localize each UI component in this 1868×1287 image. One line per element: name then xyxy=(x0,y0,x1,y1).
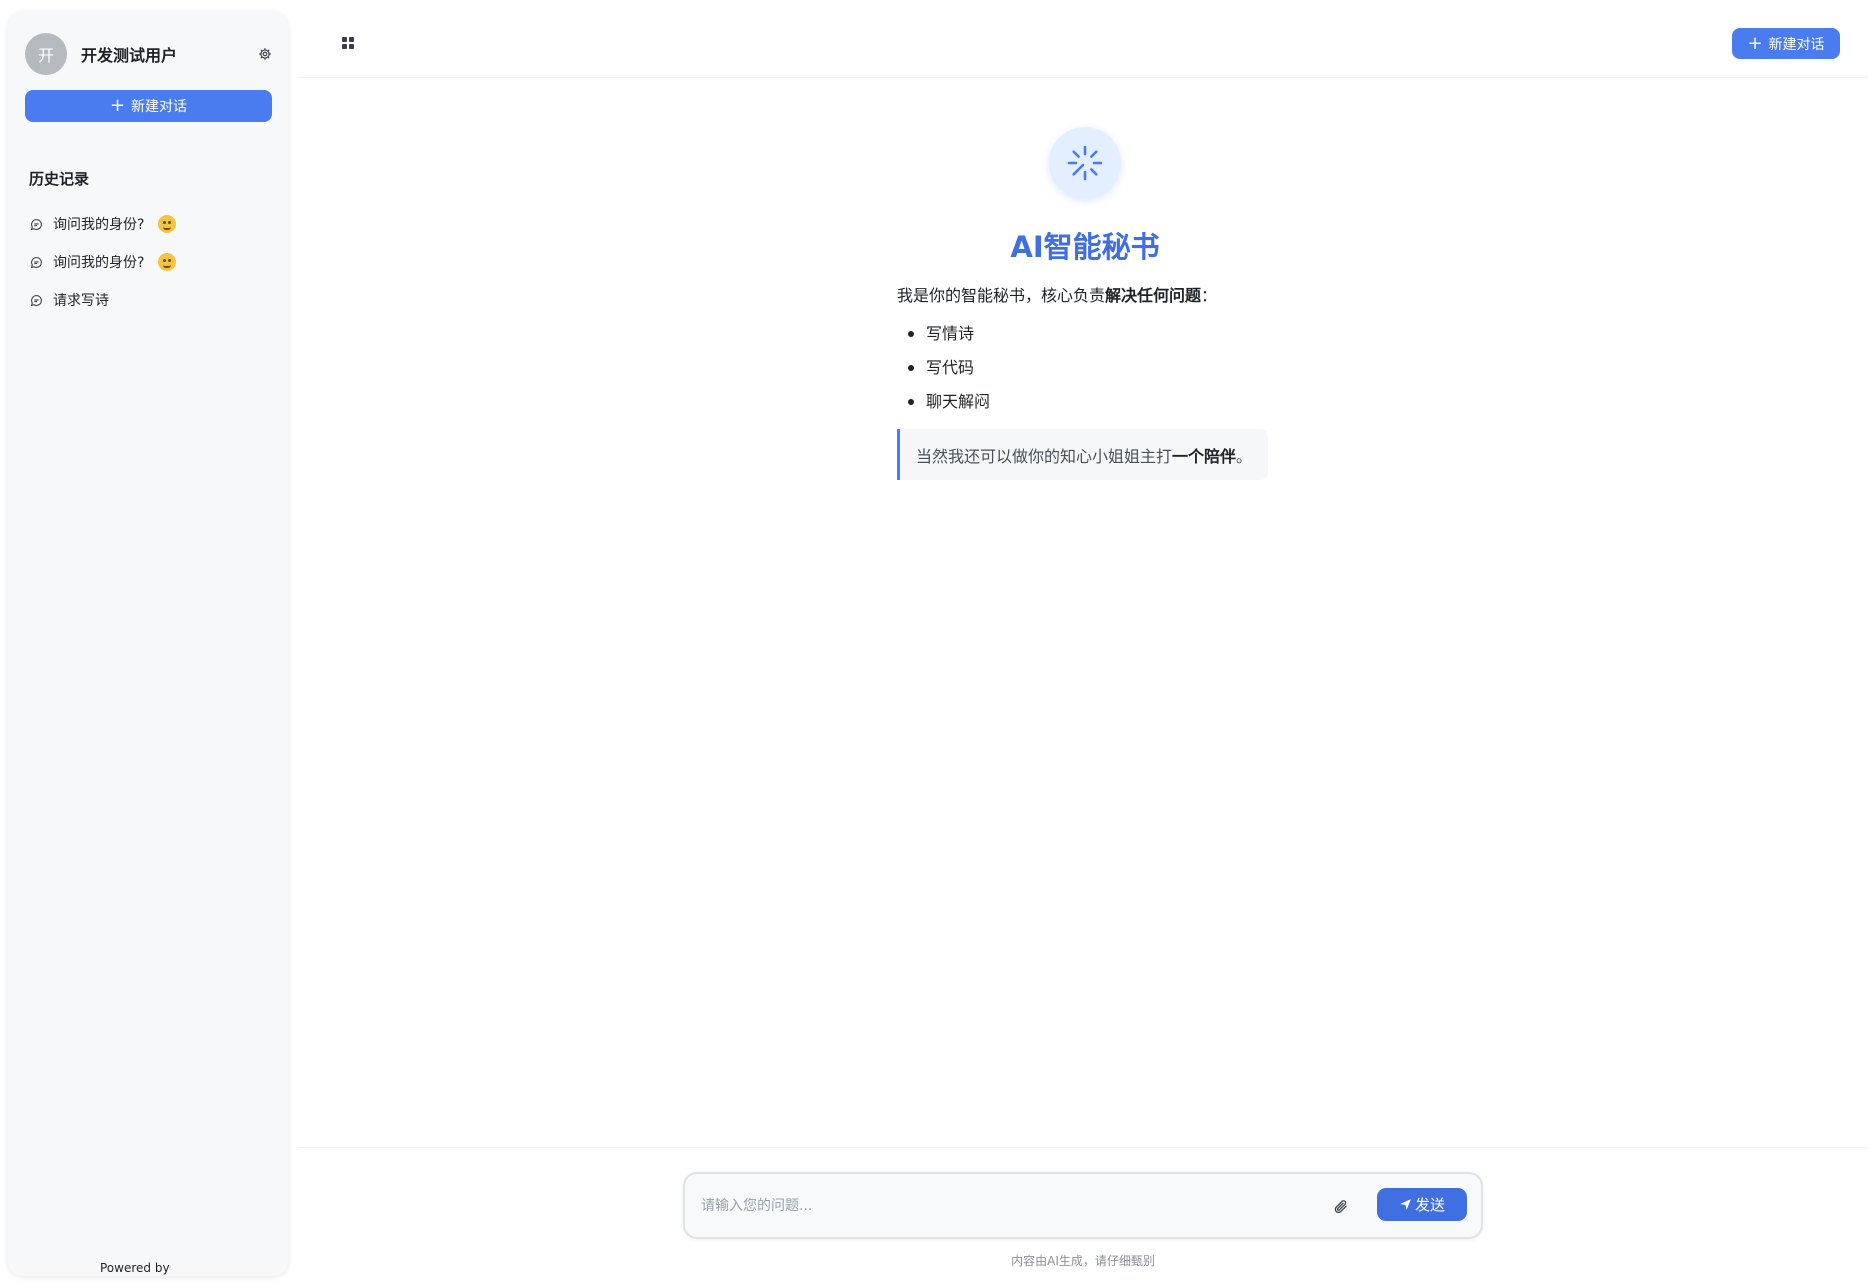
welcome-content: 我是你的智能秘书，核心负责解决任何问题： 写情诗 写代码 聊天解闷 xyxy=(897,282,1297,422)
send-icon xyxy=(1400,1199,1411,1210)
chat-bubble-icon xyxy=(29,255,43,269)
message-composer: 发送 xyxy=(683,1172,1483,1239)
feature-item: 写代码 xyxy=(897,354,1297,388)
intro-suffix: ： xyxy=(1201,286,1218,305)
powered-by: Powered by xyxy=(100,1261,170,1275)
top-bar: + 新建对话 xyxy=(298,0,1868,78)
grid-menu-icon[interactable] xyxy=(342,37,354,49)
new-chat-label: 新建对话 xyxy=(1768,36,1825,53)
history-title: 历史记录 xyxy=(29,170,90,188)
app-shell: 开 开发测试用户 + 新建对话 历史记录 询问我的身份? 询问我的身份? 请求写… xyxy=(0,0,1868,1287)
history-item[interactable]: 询问我的身份? xyxy=(29,205,269,243)
new-chat-button-top[interactable]: + 新建对话 xyxy=(1732,28,1840,59)
chat-bubble-icon xyxy=(29,217,43,231)
message-input[interactable] xyxy=(701,1192,1301,1220)
history-item[interactable]: 请求写诗 xyxy=(29,281,269,319)
history-item-label: 询问我的身份? xyxy=(53,255,145,271)
quote-bold: 一个陪伴 xyxy=(1172,446,1237,466)
send-button[interactable]: 发送 xyxy=(1377,1188,1467,1221)
ai-disclaimer: 内容由AI生成，请仔细甄别 xyxy=(1011,1254,1155,1268)
history-list: 询问我的身份? 询问我的身份? 请求写诗 xyxy=(29,205,269,319)
quote-suffix: 。 xyxy=(1236,446,1253,466)
paperclip-icon[interactable] xyxy=(1330,1196,1350,1216)
chat-bubble-icon xyxy=(29,293,43,307)
user-profile: 开 开发测试用户 xyxy=(25,33,275,75)
user-name: 开发测试用户 xyxy=(81,46,178,65)
plus-icon: + xyxy=(109,95,126,116)
thinking-face-icon xyxy=(158,215,177,233)
sidebar: 开 开发测试用户 + 新建对话 历史记录 询问我的身份? 询问我的身份? 请求写… xyxy=(8,12,288,1276)
feature-item: 聊天解闷 xyxy=(897,388,1297,422)
history-item-label: 请求写诗 xyxy=(53,293,109,309)
feature-item: 写情诗 xyxy=(897,320,1297,354)
intro-bold: 解决任何问题 xyxy=(1105,286,1202,305)
intro-prefix: 我是你的智能秘书，核心负责 xyxy=(897,286,1106,305)
feature-list: 写情诗 写代码 聊天解闷 xyxy=(897,320,1297,422)
gear-icon[interactable] xyxy=(255,44,275,64)
assistant-logo xyxy=(1049,127,1121,199)
loader-spark-icon xyxy=(1067,145,1103,181)
thinking-face-icon xyxy=(158,253,177,271)
new-chat-label: 新建对话 xyxy=(131,99,188,115)
history-item-label: 询问我的身份? xyxy=(53,217,145,233)
send-label: 发送 xyxy=(1414,1196,1445,1214)
companion-quote: 当然我还可以做你的知心小姐姐主打 一个陪伴。 xyxy=(897,429,1268,480)
history-item[interactable]: 询问我的身份? xyxy=(29,243,269,281)
divider xyxy=(298,1147,1868,1148)
quote-prefix: 当然我还可以做你的知心小姐姐主打 xyxy=(916,446,1173,466)
intro-text: 我是你的智能秘书，核心负责解决任何问题： xyxy=(897,282,1297,310)
main-panel: + 新建对话 AI智能秘书 我是你的智能秘书，核心负责解决任何问题： 写情诗 写… xyxy=(298,0,1868,1287)
new-chat-button-sidebar[interactable]: + 新建对话 xyxy=(25,90,272,122)
plus-icon: + xyxy=(1747,32,1763,54)
app-title: AI智能秘书 xyxy=(1010,230,1160,264)
avatar[interactable]: 开 xyxy=(25,33,67,75)
